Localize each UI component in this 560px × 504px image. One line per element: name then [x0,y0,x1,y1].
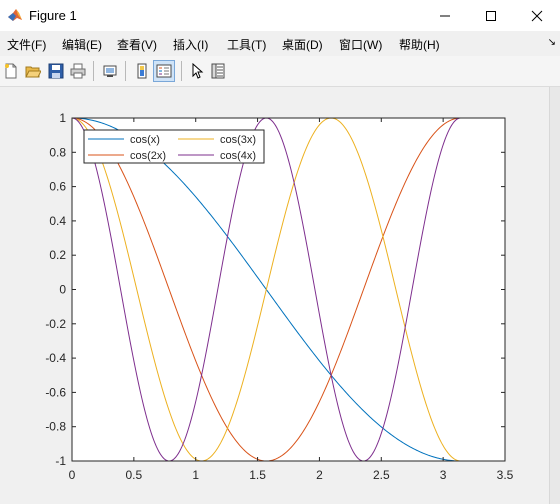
y-tick-label: 0 [59,283,66,297]
y-tick-label: -0.8 [45,420,66,434]
x-tick-label: 1 [192,468,199,482]
legend-label-cos-4x: cos(4x) [220,150,256,162]
x-tick-label: 0 [69,468,76,482]
legend[interactable]: cos(x) cos(2x) cos(3x) cos(4x) [83,129,265,164]
x-tick-label: 3 [440,468,447,482]
y-tick-label: 0.4 [49,214,66,228]
y-tick-label: 0.8 [49,145,66,159]
y-tick-label: -0.4 [45,351,66,365]
y-tick-label: 0.2 [49,248,66,262]
legend-label-cos-3x: cos(3x) [220,134,256,146]
legend-label-cos-2x: cos(2x) [130,150,166,162]
x-tick-label: 3.5 [497,468,514,482]
legend-label-cos-x: cos(x) [130,134,160,146]
x-tick-label: 1.5 [249,468,266,482]
x-tick-label: 2.5 [373,468,390,482]
plot-svg: 0 0.5 1 1.5 2 2.5 3 3.5 -1 -0.8 -0.6 -0.4 -0.2 0 0.2 0.… [45,111,514,482]
y-tick-label: 1 [59,111,66,125]
x-tick-label: 0.5 [126,468,143,482]
y-tick-label: -0.2 [45,317,66,331]
y-tick-label: 0.6 [49,180,66,194]
x-tick-label: 2 [316,468,323,482]
y-tick-label: -0.6 [45,385,66,399]
y-tick-label: -1 [55,454,66,468]
